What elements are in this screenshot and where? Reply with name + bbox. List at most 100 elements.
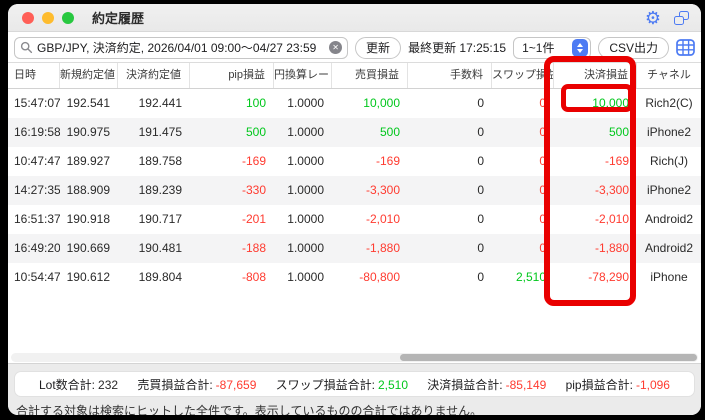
cell: Rich2(C) (637, 89, 701, 118)
cell: 0 (492, 147, 554, 176)
cell: 0 (408, 205, 492, 234)
table-row[interactable]: 10:47:47189.927189.758-1691.0000-16900-1… (8, 147, 701, 176)
refresh-button[interactable]: 更新 (355, 37, 401, 59)
cell: 10,000 (332, 89, 408, 118)
cell: -1,880 (332, 234, 408, 263)
column-header-8[interactable]: スワップ損益 (492, 63, 554, 88)
cell: 16:19:58 (8, 118, 60, 147)
cell: 10,000 (554, 89, 637, 118)
cell: -169 (190, 147, 274, 176)
titlebar[interactable]: 約定履歴 ⚙ (8, 4, 701, 32)
total-item: 売買損益合計:-87,659 (137, 376, 256, 393)
total-label: スワップ損益合計: (276, 378, 375, 392)
cell: -3,300 (332, 176, 408, 205)
app-window: 約定履歴 ⚙ ✕ 更新 最終更新 17:25:15 1~1件 (8, 4, 701, 415)
total-value: -1,096 (636, 378, 670, 392)
last-update-text: 最終更新 17:25:15 (408, 39, 506, 56)
titlebar-icons: ⚙ (645, 9, 689, 27)
cell: 1.0000 (274, 147, 332, 176)
cell: 0 (492, 118, 554, 147)
column-settings-icon[interactable] (676, 38, 695, 57)
close-button[interactable] (22, 12, 34, 24)
total-item: 決済損益合計: -85,149 (427, 376, 546, 393)
cell: 0 (408, 118, 492, 147)
column-header-9[interactable]: 決済損益 (554, 63, 637, 88)
total-value: -85,149 (506, 378, 547, 392)
cell: 190.669 (60, 234, 118, 263)
cell: Android2 (637, 205, 701, 234)
column-header-6[interactable]: 売買損益 (332, 63, 408, 88)
chevron-up-icon (577, 43, 583, 47)
csv-export-button[interactable]: CSV出力 (598, 37, 669, 59)
search-field[interactable]: ✕ (14, 37, 348, 59)
range-select[interactable]: 1~1件 (513, 37, 591, 59)
cell: -2,010 (554, 205, 637, 234)
chevron-down-icon (577, 49, 583, 53)
cell: 0 (408, 234, 492, 263)
cell: 500 (554, 118, 637, 147)
search-icon (20, 41, 33, 54)
table-row[interactable]: 16:49:20190.669190.481-1881.0000-1,88000… (8, 234, 701, 263)
column-header-4[interactable]: pip損益 (190, 63, 274, 88)
table-row[interactable]: 16:19:58190.975191.4755001.000050000500i… (8, 118, 701, 147)
cell: 0 (492, 89, 554, 118)
cell: 0 (408, 263, 492, 292)
search-input[interactable] (37, 41, 325, 55)
column-header-7[interactable]: 手数料 (408, 63, 492, 88)
cell: 10:54:47 (8, 263, 60, 292)
cell: 190.975 (60, 118, 118, 147)
column-header-10[interactable]: チャネル (637, 63, 701, 88)
duplicate-window-icon[interactable] (674, 11, 689, 25)
cell: -169 (332, 147, 408, 176)
maximize-button[interactable] (62, 12, 74, 24)
total-value: -87,659 (216, 378, 257, 392)
column-header-5[interactable]: 円換算レート (274, 63, 332, 88)
cell: 189.758 (118, 147, 190, 176)
table-row[interactable]: 14:27:35188.909189.239-3301.0000-3,30000… (8, 176, 701, 205)
table-row[interactable]: 15:47:07192.541192.4411001.000010,000001… (8, 89, 701, 118)
cell: -80,800 (332, 263, 408, 292)
cell: 190.918 (60, 205, 118, 234)
column-header-1[interactable]: 日時 (8, 63, 60, 88)
stepper-icon (572, 39, 588, 57)
cell: 0 (408, 176, 492, 205)
table-row[interactable]: 10:54:47190.612189.804-8081.0000-80,8000… (8, 263, 701, 292)
total-item: Lot数合計:232 (39, 376, 118, 393)
footer-note: 合計する対象は検索にヒットした全件です。表示しているものの合計ではありません。 (16, 402, 701, 415)
traffic-lights (22, 12, 74, 24)
cell: 500 (190, 118, 274, 147)
total-label: 決済損益合計: (427, 378, 502, 392)
total-label: Lot数合計: (39, 378, 95, 392)
total-item: pip損益合計:-1,096 (566, 376, 670, 393)
cell: -1,880 (554, 234, 637, 263)
cell: 1.0000 (274, 234, 332, 263)
cell: -169 (554, 147, 637, 176)
cell: 1.0000 (274, 89, 332, 118)
cell: 190.717 (118, 205, 190, 234)
cell: -330 (190, 176, 274, 205)
cell: 1.0000 (274, 205, 332, 234)
table-row[interactable]: 16:51:37190.918190.717-2011.0000-2,01000… (8, 205, 701, 234)
total-item: スワップ損益合計:2,510 (276, 376, 408, 393)
cell: 1.0000 (274, 176, 332, 205)
cell: -2,010 (332, 205, 408, 234)
settings-gear-icon[interactable]: ⚙ (645, 9, 661, 27)
cell: iPhone2 (637, 118, 701, 147)
footer: Lot数合計:232 売買損益合計:-87,659 スワップ損益合計:2,510 決済… (8, 363, 701, 415)
table-body: 15:47:07192.541192.4411001.000010,000001… (8, 89, 701, 292)
cell: -201 (190, 205, 274, 234)
cell: 0 (492, 234, 554, 263)
cell: 192.441 (118, 89, 190, 118)
column-header-2[interactable]: 新規約定値 (60, 63, 118, 88)
column-header-3[interactable]: 決済約定値 (118, 63, 190, 88)
cell: 1.0000 (274, 118, 332, 147)
minimize-button[interactable] (42, 12, 54, 24)
duplicate-window-icon-front (674, 16, 684, 25)
table-header: 日時新規約定値決済約定値pip損益円換算レート売買損益手数料スワップ損益決済損益… (8, 62, 701, 89)
total-value: 2,510 (378, 378, 408, 392)
horizontal-scrollbar-thumb[interactable] (400, 354, 697, 361)
clear-search-icon[interactable]: ✕ (329, 41, 342, 54)
cell: -188 (190, 234, 274, 263)
cell: Android2 (637, 234, 701, 263)
range-select-value: 1~1件 (522, 39, 572, 56)
